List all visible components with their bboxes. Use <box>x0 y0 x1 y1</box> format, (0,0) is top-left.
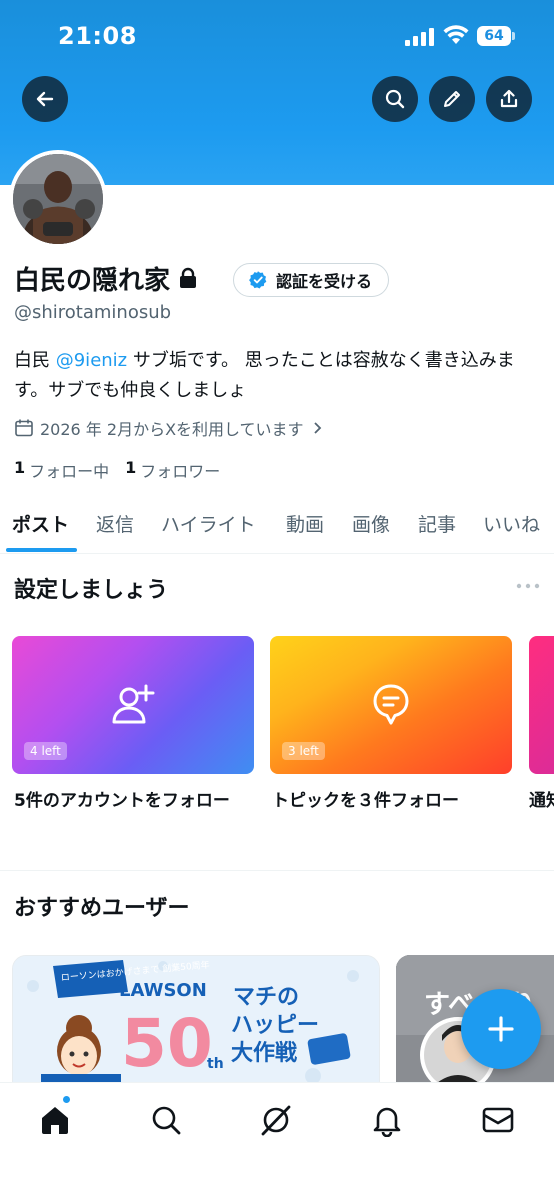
verified-badge-icon <box>249 271 267 289</box>
setup-card-follow-topics[interactable]: 3 left <box>270 636 512 774</box>
promo-tagline-2: ハッピー <box>231 1013 319 1038</box>
followers-label: フォロワー <box>140 462 221 481</box>
avatar[interactable] <box>9 150 107 248</box>
remaining-badge: 3 left <box>282 742 325 760</box>
calendar-icon <box>15 419 33 437</box>
lawson-promo-image: ローソンはおかげさまで 創業50周年 LAWSON 50 th マチの ハッピー… <box>13 956 379 1094</box>
section-divider <box>0 870 554 871</box>
bottom-navigation <box>0 1082 554 1200</box>
setup-card-label: 通知 <box>529 791 554 811</box>
handle: @shirotaminosub <box>14 302 172 323</box>
add-user-icon <box>112 684 155 724</box>
search-icon <box>385 89 405 109</box>
arrow-left-icon <box>36 91 54 107</box>
tab-articles[interactable]: 記事 <box>418 510 456 537</box>
battery-level: 64 <box>484 28 504 44</box>
display-name: 白民の隠れ家 <box>14 265 171 296</box>
back-button[interactable] <box>22 76 68 122</box>
recommended-title: おすすめユーザー <box>14 896 190 921</box>
following-link[interactable]: 1 フォロー中 <box>14 458 109 482</box>
bio-text-prefix: 白民 <box>14 350 56 371</box>
tab-replies[interactable]: 返信 <box>96 510 134 537</box>
joined-text: 2026 年 2月からXを利用しています <box>40 420 304 439</box>
joined-date[interactable]: 2026 年 2月からXを利用しています <box>14 416 330 440</box>
share-icon <box>500 89 518 108</box>
following-count: 1 <box>14 458 26 477</box>
setup-card-follow-accounts[interactable]: 4 left <box>12 636 254 774</box>
bio-mention-link[interactable]: @9ieniz <box>56 350 127 371</box>
promo-brand: LAWSON <box>119 980 207 1001</box>
promo-suffix: th <box>207 1056 224 1072</box>
compose-button[interactable] <box>461 989 541 1069</box>
promo-tagline-1: マチの <box>233 985 299 1010</box>
setup-card-label: トピックを３件フォロー <box>272 791 459 811</box>
home-icon[interactable] <box>38 1103 72 1137</box>
chevron-right-icon <box>313 422 321 434</box>
tab-posts[interactable]: ポスト <box>12 510 69 537</box>
edit-button[interactable] <box>429 76 475 122</box>
topic-icon <box>373 684 409 725</box>
mail-icon[interactable] <box>481 1103 515 1137</box>
more-icon[interactable] <box>516 583 540 589</box>
status-bar: 21:08 64 <box>0 18 554 58</box>
plus-icon <box>488 1016 514 1042</box>
followers-link[interactable]: 1 フォロワー <box>125 458 220 482</box>
share-button[interactable] <box>486 76 532 122</box>
setup-title: 設定しましょう <box>14 578 169 603</box>
tab-highlights[interactable]: ハイライト <box>161 510 256 537</box>
tab-videos[interactable]: 動画 <box>286 510 324 537</box>
pencil-icon <box>444 91 460 107</box>
get-verified-button[interactable]: 認証を受ける <box>233 263 390 297</box>
promo-number: 50 <box>121 1005 213 1082</box>
avatar-photo <box>13 154 103 244</box>
wifi-icon <box>443 25 469 44</box>
profile-tabs: ポスト 返信 ハイライト 動画 画像 記事 いいね <box>0 500 554 554</box>
bell-icon[interactable] <box>370 1103 404 1137</box>
followers-count: 1 <box>125 458 137 477</box>
status-time: 21:08 <box>58 22 137 50</box>
setup-card-label: 5件のアカウントをフォロー <box>14 791 230 811</box>
setup-card-notifications[interactable] <box>529 636 554 774</box>
tab-active-indicator <box>6 548 77 552</box>
search-icon[interactable] <box>149 1103 183 1137</box>
grok-icon[interactable] <box>259 1103 293 1137</box>
remaining-badge: 4 left <box>24 742 67 760</box>
get-verified-label: 認証を受ける <box>276 272 373 291</box>
battery-icon: 64 <box>477 26 515 46</box>
following-label: フォロー中 <box>29 462 110 481</box>
profile-name-row: 白民の隠れ家 <box>14 262 198 296</box>
tab-photos[interactable]: 画像 <box>352 510 390 537</box>
lock-icon <box>180 267 197 288</box>
tab-likes[interactable]: いいね <box>483 510 540 537</box>
recommended-card-lawson[interactable]: ローソンはおかげさまで 創業50周年 LAWSON 50 th マチの ハッピー… <box>12 955 380 1095</box>
signal-icon <box>405 28 434 46</box>
bio: 白民 @9ieniz サブ垢です。 思ったことは容赦なく書き込みます。サブでも仲… <box>14 346 540 406</box>
home-notification-dot <box>62 1095 71 1104</box>
search-button[interactable] <box>372 76 418 122</box>
follow-stats: 1 フォロー中 1 フォロワー <box>14 458 236 482</box>
promo-tagline-3: 大作戦 <box>231 1041 298 1066</box>
